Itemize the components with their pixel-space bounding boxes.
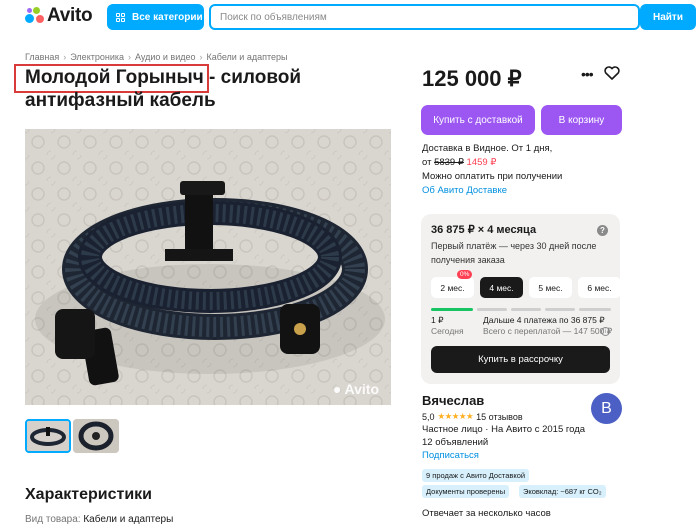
- add-to-cart-button[interactable]: В корзину: [541, 105, 622, 135]
- main-product-photo[interactable]: ● Avito: [25, 129, 391, 405]
- seller-reply-time: Отвечает за несколько часов: [422, 508, 551, 519]
- reviews-count: 15 отзывов: [476, 411, 523, 422]
- month-label: 2 мес.: [440, 282, 465, 293]
- grid-icon: [116, 12, 125, 22]
- seller-badge: 9 продаж с Авито Доставкой: [422, 469, 530, 482]
- installment-description: Первый платёж — через 30 дней после полу…: [431, 241, 597, 265]
- installment-card: 36 875 ₽ × 4 месяца ? Первый платёж — че…: [421, 214, 621, 384]
- delivery-new-price: 1459 ₽: [466, 157, 497, 168]
- about-delivery-link[interactable]: Об Авито Доставке: [422, 185, 507, 196]
- breadcrumb-home[interactable]: Главная: [25, 52, 59, 62]
- first-payment-when: Сегодня: [431, 326, 464, 336]
- delivery-info: Доставка в Видное. От 1 дня, от 5839 ₽ 1…: [422, 142, 562, 198]
- installment-title: 36 875 ₽ × 4 месяца: [431, 224, 537, 236]
- favorite-heart-icon[interactable]: [604, 66, 620, 85]
- month-label: 6 мес.: [587, 282, 612, 293]
- breadcrumb-separator: ›: [63, 52, 67, 62]
- buy-installment-button[interactable]: Купить в рассрочку: [431, 346, 610, 373]
- future-segment: [477, 308, 507, 311]
- logo-text: Avito: [47, 5, 93, 26]
- seller-avatar[interactable]: В: [591, 393, 622, 424]
- zero-percent-badge: 0%: [457, 270, 473, 279]
- subscribe-link[interactable]: Подписаться: [422, 450, 479, 461]
- month-label: 4 мес.: [489, 282, 514, 293]
- info-icon[interactable]: i: [601, 327, 610, 336]
- delivery-line: Доставка в Видное. От 1 дня,: [422, 143, 553, 154]
- breadcrumb-cables[interactable]: Кабели и адаптеры: [207, 52, 288, 62]
- future-segment: [579, 308, 611, 311]
- avito-logo[interactable]: Avito: [24, 5, 93, 27]
- remaining-payments: Дальше 4 платежа по 36 875 ₽ Всего с пер…: [483, 315, 612, 337]
- watermark-text: Avito: [344, 381, 379, 397]
- seller-badge: Документы проверены: [422, 485, 510, 498]
- delivery-old-price: 5839 ₽: [434, 157, 464, 168]
- payment-progress: [431, 308, 611, 311]
- title-highlighted: Молодой Горыныч: [25, 67, 204, 88]
- months-selector: 0% 2 мес. 4 мес. 5 мес. 6 мес.: [431, 270, 621, 298]
- breadcrumb-separator: ›: [199, 52, 203, 62]
- total-with-overpayment: Всего с переплатой — 147 500 ₽: [483, 326, 613, 336]
- characteristic-value: Кабели и адаптеры: [83, 514, 174, 525]
- seller-rating[interactable]: 5,0 ★★★★★ 15 отзывов: [422, 411, 523, 422]
- photo-watermark: ● Avito: [333, 381, 379, 397]
- seller-type: Частное лицо · На Авито с 2015 года: [422, 424, 586, 435]
- rating-stars-icon: ★★★★★: [437, 411, 474, 421]
- remaining-payments-text: Дальше 4 платежа по 36 875 ₽: [483, 315, 605, 325]
- breadcrumb: Главная › Электроника › Аудио и видео › …: [25, 52, 287, 62]
- delivery-payment-note: Можно оплатить при получении: [422, 171, 563, 182]
- month-option-6[interactable]: 6 мес.: [578, 277, 621, 298]
- seller-ads-count[interactable]: 12 объявлений: [422, 437, 488, 448]
- month-option-4[interactable]: 4 мес.: [480, 277, 523, 298]
- month-option-2[interactable]: 0% 2 мес.: [431, 270, 474, 298]
- watermark-dots-icon: ●: [333, 381, 342, 397]
- all-categories-button[interactable]: Все категории: [107, 4, 204, 30]
- thumbnail-image: [73, 419, 119, 453]
- characteristic-label: Вид товара:: [25, 514, 81, 525]
- first-payment-amount: 1 ₽: [431, 315, 444, 325]
- price: 125 000 ₽: [422, 66, 522, 91]
- breadcrumb-electronics[interactable]: Электроника: [70, 52, 124, 62]
- delivery-from: от: [422, 157, 432, 168]
- thumbnail-image: [27, 421, 69, 451]
- more-options-icon[interactable]: •••: [581, 66, 594, 82]
- logo-dots-icon: [24, 6, 44, 26]
- search-button[interactable]: Найти: [640, 4, 696, 30]
- future-segment: [511, 308, 541, 311]
- rating-value: 5,0: [422, 411, 435, 422]
- breadcrumb-separator: ›: [128, 52, 132, 62]
- breadcrumb-audio-video[interactable]: Аудио и видео: [135, 52, 196, 62]
- future-segment: [545, 308, 575, 311]
- all-categories-label: Все категории: [132, 11, 203, 23]
- product-image: [25, 129, 391, 405]
- buy-with-delivery-button[interactable]: Купить с доставкой: [421, 105, 535, 135]
- photo-thumbnail-2[interactable]: [73, 419, 119, 453]
- month-option-5[interactable]: 5 мес.: [529, 277, 572, 298]
- characteristics-row: Вид товара: Кабели и адаптеры: [25, 514, 173, 525]
- photo-thumbnail-1[interactable]: [25, 419, 71, 453]
- seller-name[interactable]: Вячеслав: [422, 393, 484, 408]
- paid-segment: [431, 308, 473, 311]
- delivery-price-line: от 5839 ₽ 1459 ₽: [422, 156, 562, 170]
- info-icon[interactable]: ?: [597, 225, 608, 236]
- search-input[interactable]: Поиск по объявлениям: [209, 4, 640, 30]
- month-label: 5 мес.: [538, 282, 563, 293]
- first-payment: 1 ₽ Сегодня: [431, 315, 464, 337]
- characteristics-heading: Характеристики: [25, 486, 153, 503]
- top-header: Avito Все категории Поиск по объявлениям…: [0, 0, 700, 34]
- seller-badge: Эковклад: ~687 кг CO₂: [519, 485, 606, 498]
- page-title: Молодой Горыныч - силовой антифазный каб…: [25, 66, 355, 112]
